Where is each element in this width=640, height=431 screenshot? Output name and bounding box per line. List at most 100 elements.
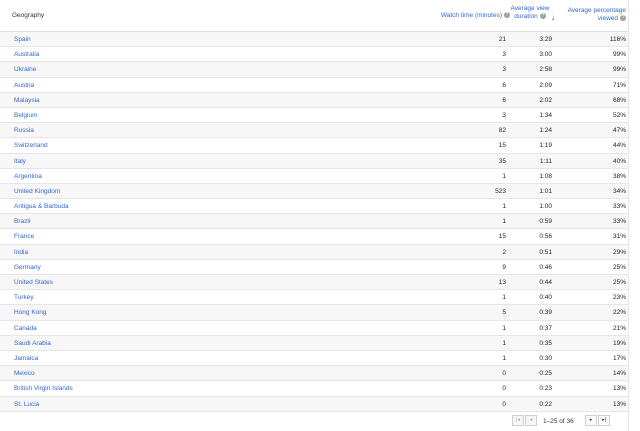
help-icon[interactable]: ? [539,12,546,19]
table-row: Antigua & Barbuda 1 1:00 33% [0,199,628,215]
average-percentage-viewed-cell: 71% [612,81,626,89]
geography-link[interactable]: Malaysia [14,97,40,104]
table-row: Jamaica 1 0:30 17% [0,351,628,367]
header-avp-label[interactable]: Average per­centage viewed [568,7,626,22]
watch-time-cell: 523 [495,187,506,195]
table-row: Hong Kong 5 0:39 22% [0,305,628,321]
header-average-view-duration[interactable]: Average view dura­tion? [508,5,552,20]
watch-time-cell: 1 [502,339,506,347]
table-header: Geography Watch time (minutes)? Average … [0,0,628,32]
average-percentage-viewed-cell: 33% [612,203,626,211]
geography-link[interactable]: Spain [14,36,31,43]
average-view-duration-cell: 1:01 [539,187,552,195]
geography-link[interactable]: Brazil [14,218,30,225]
geography-link[interactable]: Switzerland [14,142,48,149]
first-page-icon[interactable]: |◂ [512,415,524,426]
average-view-duration-cell: 1:34 [539,111,552,119]
header-geography: Geography [12,12,45,19]
pagination: |◂ ◂ 1–25 of 36 ▸ ▸| [0,412,628,431]
average-percentage-viewed-cell: 33% [612,218,626,226]
average-view-duration-cell: 3:29 [539,36,552,43]
table-body: Spain 21 3:29 116% Australia 3 3:00 99% Ukraine 3… [0,32,628,412]
geography-link[interactable]: Turkey [14,294,34,301]
watch-time-cell: 3 [502,111,506,119]
average-percentage-viewed-cell: 116% [609,36,626,43]
table-row: United States 13 0:44 25% [0,275,628,291]
table-row: Mexico 0 0:25 14% [0,366,628,382]
geography-link[interactable]: Italy [14,158,26,165]
average-percentage-viewed-cell: 38% [612,172,626,180]
watch-time-cell: 1 [502,294,506,302]
geography-link[interactable]: Ukraine [14,66,36,73]
average-percentage-viewed-cell: 25% [612,263,626,271]
geography-link[interactable]: Saudi Arabia [14,340,51,347]
table-row: India 2 0:51 29% [0,244,628,260]
average-percentage-viewed-cell: 25% [612,279,626,286]
watch-time-cell: 35 [498,157,506,165]
geography-link[interactable]: Australia [14,51,39,58]
watch-time-cell: 1 [502,324,506,332]
average-percentage-viewed-cell: 29% [612,248,626,256]
page-range-text: 1–25 of 36 [543,418,574,425]
header-watch-time[interactable]: Watch time (minutes)? [400,12,510,19]
next-page-icon[interactable]: ▸ [585,415,597,426]
geography-link[interactable]: St. Lucia [14,401,39,408]
average-view-duration-cell: 1:00 [539,203,552,211]
average-view-duration-cell: 0:46 [539,263,552,271]
average-view-duration-cell: 0:51 [539,248,552,256]
geography-link[interactable]: Antigua & Barbuda [14,203,69,210]
table-row: France 15 0:56 31% [0,229,628,245]
table-row: Argentina 1 1:08 38% [0,169,628,184]
average-percentage-viewed-cell: 22% [612,309,626,317]
table-row: Spain 21 3:29 116% [0,32,628,48]
geography-link[interactable]: France [14,233,34,240]
average-view-duration-cell: 1:08 [539,172,552,180]
watch-time-cell: 9 [502,263,506,271]
average-view-duration-cell: 0:22 [539,400,552,408]
average-percentage-viewed-cell: 34% [612,187,626,195]
geography-link[interactable]: Canada [14,325,37,332]
table-row: Malaysia 6 2:02 68% [0,92,628,108]
header-average-percentage-viewed[interactable]: Average per­centage viewed? [560,7,626,22]
table-row: British Virgin Islands 0 0:23 13% [0,381,628,397]
geography-link[interactable]: Hong Kong [14,309,47,316]
geography-link[interactable]: Mexico [14,370,35,377]
average-view-duration-cell: 0:30 [539,354,552,362]
watch-time-cell: 6 [502,81,506,89]
geography-table: Geography Watch time (minutes)? Average … [0,0,629,431]
watch-time-cell: 3 [502,66,506,74]
average-view-duration-cell: 3:00 [539,51,552,59]
table-row: United Kingdom 523 1:01 34% [0,183,628,200]
sort-down-arrow-icon[interactable]: ↓ [551,13,555,22]
watch-time-cell: 15 [498,142,506,150]
geography-link[interactable]: Belgium [14,112,37,119]
table-row: Turkey 1 0:40 23% [0,290,628,306]
watch-time-cell: 21 [498,36,506,43]
average-view-duration-cell: 2:58 [539,66,552,74]
table-row: Australia 3 3:00 99% [0,47,628,63]
geography-link[interactable]: Jamaica [14,355,38,362]
average-percentage-viewed-cell: 23% [612,294,626,302]
average-view-duration-cell: 0:23 [539,385,552,393]
watch-time-cell: 5 [502,309,506,317]
average-view-duration-cell: 0:37 [539,324,552,332]
average-percentage-viewed-cell: 19% [612,339,626,347]
geography-link[interactable]: United States [14,279,53,286]
geography-link[interactable]: Argentina [14,173,42,180]
prev-page-icon[interactable]: ◂ [525,415,537,426]
last-page-icon[interactable]: ▸| [598,415,610,426]
geography-link[interactable]: Russia [14,127,34,134]
average-view-duration-cell: 0:59 [539,218,552,226]
geography-link[interactable]: Germany [14,264,41,271]
watch-time-cell: 13 [498,279,506,286]
geography-link[interactable]: United Kingdom [14,188,60,195]
average-percentage-viewed-cell: 99% [612,51,626,59]
watch-time-cell: 82 [498,127,506,135]
average-view-duration-cell: 0:35 [539,339,552,347]
geography-link[interactable]: Austria [14,82,34,89]
header-watch-time-label[interactable]: Watch time (minutes) [441,12,502,19]
help-icon[interactable]: ? [620,14,626,21]
geography-link[interactable]: British Virgin Islands [14,385,73,392]
geography-link[interactable]: India [14,249,28,256]
average-percentage-viewed-cell: 13% [612,400,626,408]
